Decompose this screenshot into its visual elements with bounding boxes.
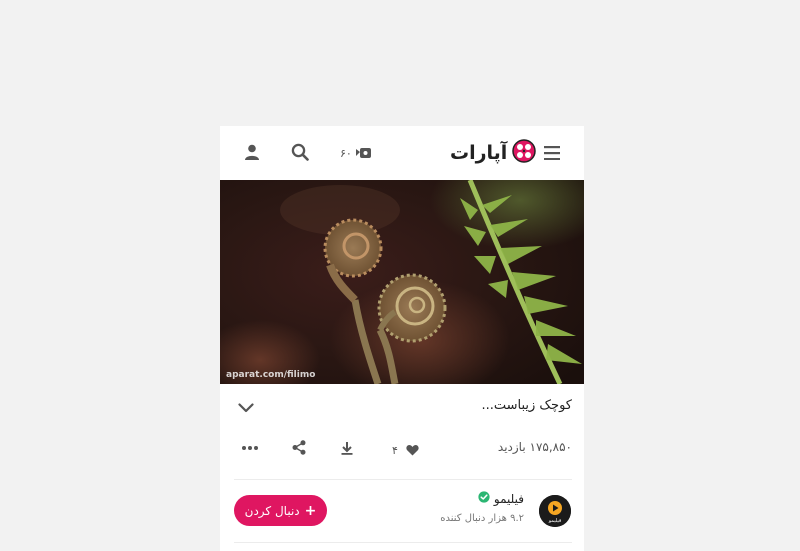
- like-button[interactable]: ۴: [392, 441, 419, 460]
- header-bar: آپارات ۶۰: [220, 126, 584, 180]
- chevron-down-icon[interactable]: [238, 398, 254, 417]
- view-count: ۱۷۵,۸۵۰ بازدید: [497, 440, 572, 454]
- video-title: کوچک زیباست...: [481, 398, 572, 413]
- user-icon[interactable]: [240, 140, 264, 164]
- channel-avatar[interactable]: فیلیمو: [539, 495, 571, 527]
- divider-bottom: [234, 542, 572, 543]
- like-count: ۴: [392, 444, 398, 457]
- live-tv-icon: [355, 144, 372, 163]
- divider: [234, 479, 572, 480]
- avatar-label: فیلیمو: [548, 518, 562, 524]
- video-player[interactable]: aparat.com/filimo: [220, 180, 584, 384]
- search-icon[interactable]: [288, 140, 312, 164]
- channel-name-row[interactable]: فیلیمو: [478, 491, 524, 506]
- channel-name: فیلیمو: [493, 491, 524, 506]
- more-options-icon[interactable]: [242, 446, 258, 450]
- share-icon[interactable]: [292, 440, 306, 455]
- aparat-logo-icon: [511, 138, 537, 168]
- heart-icon: [406, 441, 419, 460]
- menu-icon[interactable]: [540, 141, 564, 165]
- follow-button[interactable]: + دنبال کردن: [234, 495, 327, 526]
- aparat-logo[interactable]: آپارات: [450, 136, 537, 170]
- follower-count: ۹.۲ هزار دنبال کننده: [440, 513, 524, 524]
- plus-icon: +: [304, 502, 317, 519]
- live-count: ۶۰: [340, 146, 352, 160]
- verified-icon: [478, 491, 490, 506]
- video-thumbnail: [220, 180, 584, 384]
- logo-text: آپارات: [450, 142, 508, 164]
- live-button[interactable]: ۶۰: [340, 141, 372, 165]
- app-panel: آپارات ۶۰ aparat.com/filimo کوچک زیباست.…: [220, 126, 584, 551]
- download-icon[interactable]: [341, 441, 353, 455]
- video-actions-row: ۱۷۵,۸۵۰ بازدید ۴: [220, 434, 584, 464]
- video-watermark: aparat.com/filimo: [226, 370, 316, 380]
- follow-label: دنبال کردن: [244, 503, 300, 518]
